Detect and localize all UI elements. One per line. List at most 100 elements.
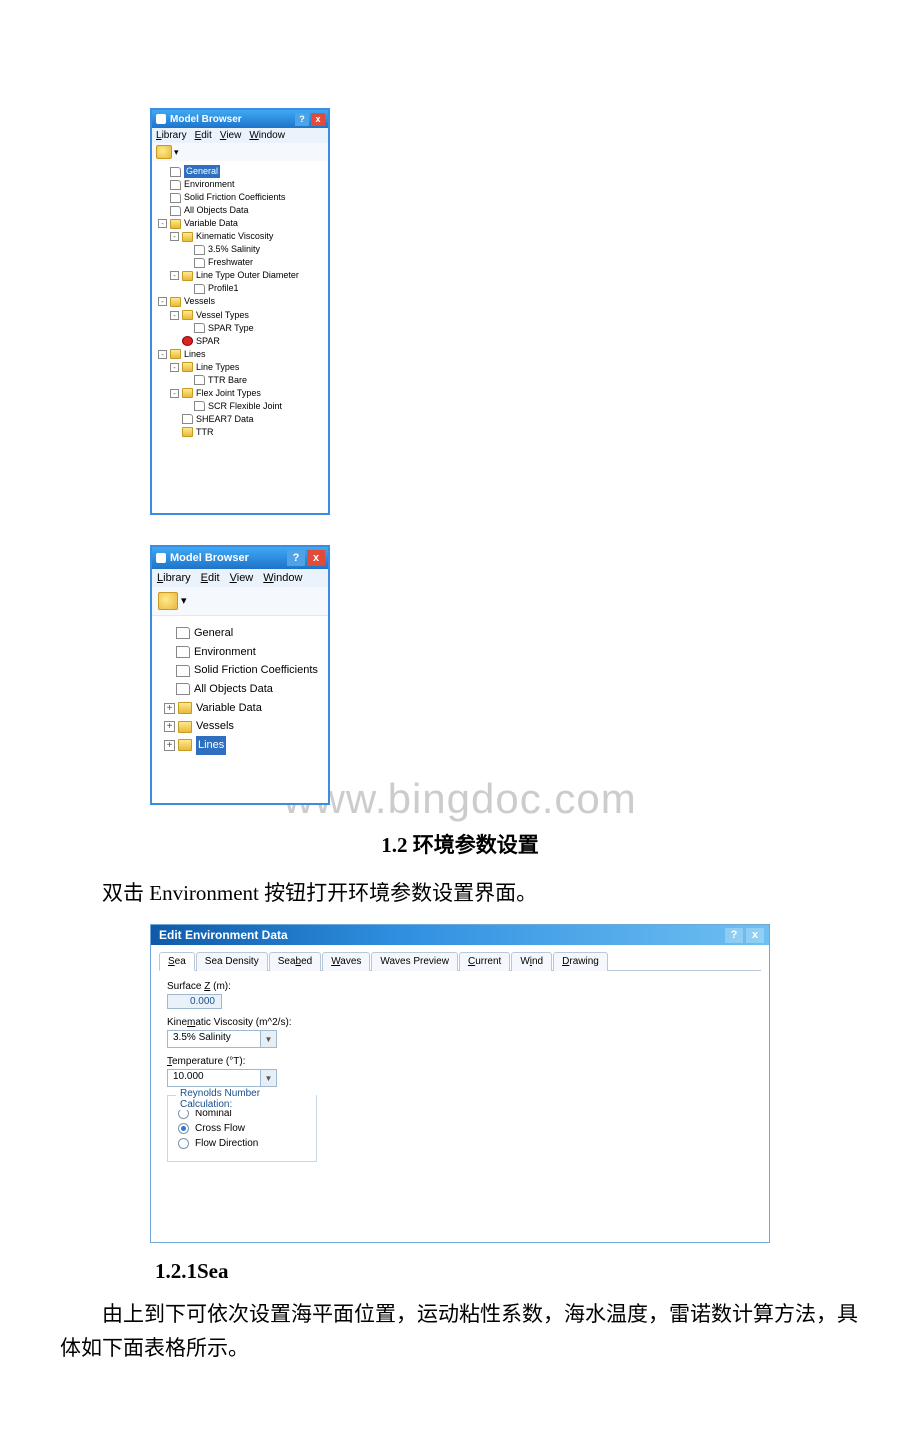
tree-item-label: Variable Data: [184, 217, 238, 230]
tree-item[interactable]: SPAR: [158, 335, 326, 348]
radio-label: Flow Direction: [195, 1138, 258, 1149]
titlebar[interactable]: Model Browser ? x: [152, 110, 328, 128]
model-browser-window-2: Model Browser ? x Library Edit View Wind…: [150, 545, 330, 805]
menu-view[interactable]: View: [230, 572, 254, 584]
close-button[interactable]: x: [311, 113, 325, 126]
tree-item[interactable]: General: [158, 165, 326, 178]
radio-cross-flow[interactable]: Cross Flow: [178, 1123, 302, 1134]
dialog-titlebar[interactable]: Edit Environment Data ? x: [151, 925, 769, 945]
radio-flow-direction[interactable]: Flow Direction: [178, 1138, 302, 1149]
toolbar-dropdown-icon[interactable]: ▾: [174, 147, 179, 158]
file-icon: [176, 665, 190, 677]
menu-window[interactable]: Window: [249, 130, 285, 141]
tree-item[interactable]: All Objects Data: [158, 204, 326, 217]
menu-edit[interactable]: Edit: [195, 130, 212, 141]
section-heading-1-2-1: 1.2.1Sea: [155, 1259, 920, 1284]
folder-open-icon: [182, 362, 193, 372]
help-button[interactable]: ?: [725, 928, 743, 943]
chevron-down-icon[interactable]: ▼: [260, 1070, 276, 1086]
tree-item[interactable]: +Lines: [164, 736, 322, 755]
collapse-icon[interactable]: -: [170, 389, 179, 398]
tree-item[interactable]: -Vessel Types: [158, 309, 326, 322]
tree-item[interactable]: -Kinematic Viscosity: [158, 230, 326, 243]
select-value: 3.5% Salinity: [168, 1031, 260, 1047]
tree-item-label: TTR Bare: [208, 374, 247, 387]
expand-icon[interactable]: +: [164, 721, 175, 732]
expand-icon[interactable]: +: [164, 703, 175, 714]
select-value: 10.000: [168, 1070, 260, 1086]
tree-item[interactable]: +Vessels: [164, 717, 322, 736]
kinematic-viscosity-label: Kinematic Viscosity (m^2/s):: [167, 1017, 753, 1028]
tree-item[interactable]: SCR Flexible Joint: [158, 400, 326, 413]
tree-item[interactable]: -Flex Joint Types: [158, 387, 326, 400]
tree-item-label: TTR: [196, 426, 214, 439]
tree-item[interactable]: SPAR Type: [158, 322, 326, 335]
tree-item[interactable]: SHEAR7 Data: [158, 413, 326, 426]
tab-sea-density[interactable]: Sea Density: [196, 952, 268, 971]
close-button[interactable]: x: [746, 928, 764, 943]
tree-item[interactable]: - Vessels: [158, 295, 326, 308]
folder-icon: [182, 427, 193, 437]
expand-icon[interactable]: +: [164, 740, 175, 751]
collapse-icon[interactable]: -: [158, 350, 167, 359]
collapse-icon[interactable]: -: [170, 311, 179, 320]
menu-window[interactable]: Window: [263, 572, 302, 584]
tab-sea[interactable]: Sea: [159, 952, 195, 971]
tree: GeneralEnvironmentSolid Friction Coeffic…: [152, 161, 328, 443]
tree-item[interactable]: TTR Bare: [158, 374, 326, 387]
surface-z-value[interactable]: 0.000: [167, 994, 222, 1009]
kinematic-viscosity-select[interactable]: 3.5% Salinity ▼: [167, 1030, 277, 1048]
tree-item-label: Environment: [184, 178, 235, 191]
close-button[interactable]: x: [307, 550, 325, 566]
collapse-icon[interactable]: -: [170, 271, 179, 280]
open-icon[interactable]: [158, 592, 178, 610]
tree-item[interactable]: Environment: [158, 178, 326, 191]
tree-item[interactable]: General: [164, 624, 322, 643]
tree-item[interactable]: Solid Friction Coefficients: [158, 191, 326, 204]
tree-item[interactable]: Environment: [164, 643, 322, 662]
tree-item[interactable]: TTR: [158, 426, 326, 439]
file-icon: [194, 375, 205, 385]
tab-waves-preview[interactable]: Waves Preview: [371, 952, 458, 971]
collapse-icon[interactable]: -: [170, 232, 179, 241]
file-icon: [194, 258, 205, 268]
form: Surface Z (m): 0.000 Kinematic Viscosity…: [151, 971, 769, 1242]
paragraph-1-2-1: 由上到下可依次设置海平面位置，运动粘性系数，海水温度，雷诺数计算方法，具体如下面…: [60, 1298, 860, 1365]
tab-waves[interactable]: Waves: [322, 952, 370, 971]
tree-item[interactable]: Solid Friction Coefficients: [164, 661, 322, 680]
collapse-icon[interactable]: -: [170, 363, 179, 372]
help-button[interactable]: ?: [287, 550, 305, 566]
menu-view[interactable]: View: [220, 130, 242, 141]
tree-item[interactable]: -Line Types: [158, 361, 326, 374]
collapse-icon[interactable]: -: [158, 219, 167, 228]
folder-open-icon: [182, 232, 193, 242]
menu-library[interactable]: Library: [157, 572, 191, 584]
tab-current[interactable]: Current: [459, 952, 510, 971]
tree-item[interactable]: +Variable Data: [164, 699, 322, 718]
toolbar: ▾: [152, 587, 328, 616]
tree-item-label: General: [184, 165, 220, 178]
tree-item[interactable]: Freshwater: [158, 256, 326, 269]
tree-item[interactable]: Profile1: [158, 282, 326, 295]
tree-item-label: SCR Flexible Joint: [208, 400, 282, 413]
titlebar[interactable]: Model Browser ? x: [152, 547, 328, 569]
tree-item[interactable]: -Lines: [158, 348, 326, 361]
collapse-icon[interactable]: -: [158, 297, 167, 306]
menu-edit[interactable]: Edit: [201, 572, 220, 584]
tree-item-label: Vessels: [184, 295, 215, 308]
menu-library[interactable]: Library: [156, 130, 187, 141]
open-icon[interactable]: [156, 145, 172, 159]
tree-item[interactable]: 3.5% Salinity: [158, 243, 326, 256]
help-button[interactable]: ?: [295, 113, 309, 126]
temperature-select[interactable]: 10.000 ▼: [167, 1069, 277, 1087]
toolbar-dropdown-icon[interactable]: ▾: [181, 594, 187, 607]
tree-item[interactable]: All Objects Data: [164, 680, 322, 699]
chevron-down-icon[interactable]: ▼: [260, 1031, 276, 1047]
app-icon: [156, 114, 166, 124]
tree-item-label: Solid Friction Coefficients: [194, 661, 318, 680]
tree-item[interactable]: - Variable Data: [158, 217, 326, 230]
tab-drawing[interactable]: Drawing: [553, 952, 608, 971]
tab-wind[interactable]: Wind: [511, 952, 552, 971]
tab-seabed[interactable]: Seabed: [269, 952, 321, 971]
tree-item[interactable]: -Line Type Outer Diameter: [158, 269, 326, 282]
